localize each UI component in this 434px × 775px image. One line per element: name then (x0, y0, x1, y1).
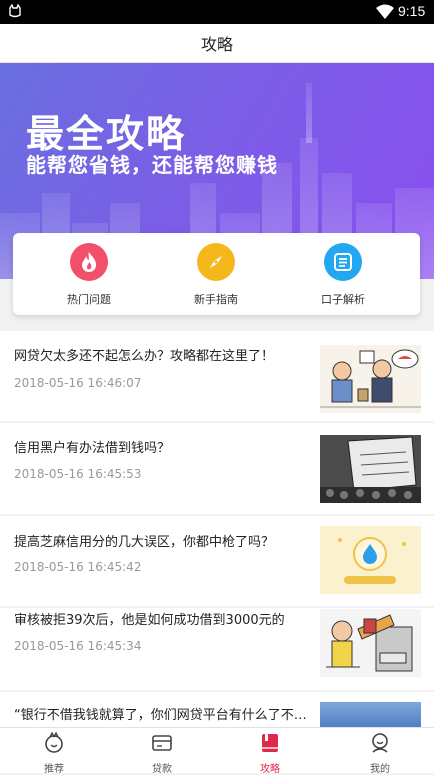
tab-recommend[interactable]: 推荐 (24, 731, 84, 775)
list-item[interactable]: 网贷欠太多还不起怎么办？攻略都在这里了！ 2018-05-16 16:46:07 (0, 331, 434, 421)
article-date: 2018-05-16 16:46:07 (14, 376, 142, 390)
list-item[interactable]: 信用黑户有办法借到钱吗？ 2018-05-16 16:45:53 (0, 423, 434, 514)
tab-label: 贷款 (152, 764, 172, 775)
article-title: 信用黑户有办法借到钱吗？ (14, 441, 171, 456)
compass-icon (197, 243, 235, 281)
banner-subline: 能帮您省钱，还能帮您赚钱 (26, 153, 278, 177)
book-icon (262, 734, 278, 752)
wifi-icon (376, 4, 394, 19)
status-bar: 9:15 (0, 0, 434, 24)
article-date: 2018-05-16 16:45:42 (14, 560, 142, 574)
list-item[interactable]: 审核被拒39次后，他是如何成功借到3000元的 2018-05-16 16:45… (0, 608, 434, 690)
quick-link-loan-analysis[interactable]: 口子解析 (298, 243, 388, 307)
page-title: 攻略 (200, 35, 233, 54)
tab-label: 我的 (370, 764, 390, 775)
article-date: 2018-05-16 16:45:34 (14, 639, 142, 653)
sky-image (320, 702, 421, 727)
notification-icon (9, 4, 21, 18)
status-time: 9:15 (398, 3, 426, 19)
sesame-credit-image (320, 526, 421, 594)
bottom-tab-bar: 推荐 贷款 攻略 我的 (0, 727, 434, 775)
wallet-icon (152, 735, 172, 751)
quick-links-card: 热门问题 新手指南 口子解析 (13, 233, 420, 315)
profile-icon (372, 733, 388, 753)
recommend-icon (45, 731, 63, 753)
tab-loans[interactable]: 贷款 (132, 732, 192, 775)
bank-rejection-image (320, 609, 421, 677)
blacklist-image (320, 435, 421, 503)
quick-link-label: 新手指南 (194, 293, 238, 306)
list-item[interactable]: “银行不借我钱就算了，你们网贷平台有什么了不起... (0, 692, 434, 727)
quick-link-label: 口子解析 (321, 293, 365, 306)
tab-label: 推荐 (44, 764, 64, 775)
article-title: 审核被拒39次后，他是如何成功借到3000元的 (14, 613, 285, 628)
quick-link-hot-questions[interactable]: 热门问题 (44, 243, 134, 307)
tab-label: 攻略 (260, 764, 280, 775)
fire-icon (70, 243, 108, 281)
article-title: “银行不借我钱就算了，你们网贷平台有什么了不起... (14, 708, 308, 723)
document-icon (324, 243, 362, 281)
article-title: 提高芝麻信用分的几大误区，你都中枪了吗？ (14, 535, 275, 550)
list-item[interactable]: 提高芝麻信用分的几大误区，你都中枪了吗？ 2018-05-16 16:45:42 (0, 516, 434, 606)
article-date: 2018-05-16 16:45:53 (14, 467, 142, 481)
quick-link-label: 热门问题 (67, 293, 111, 306)
tab-guides[interactable]: 攻略 (240, 732, 300, 775)
cartoon-borrowing-image (320, 345, 421, 413)
quick-link-beginner-guide[interactable]: 新手指南 (171, 243, 261, 307)
article-title: 网贷欠太多还不起怎么办？攻略都在这里了！ (14, 349, 275, 364)
page-header: 攻略 (0, 24, 434, 63)
tab-profile[interactable]: 我的 (350, 732, 410, 775)
